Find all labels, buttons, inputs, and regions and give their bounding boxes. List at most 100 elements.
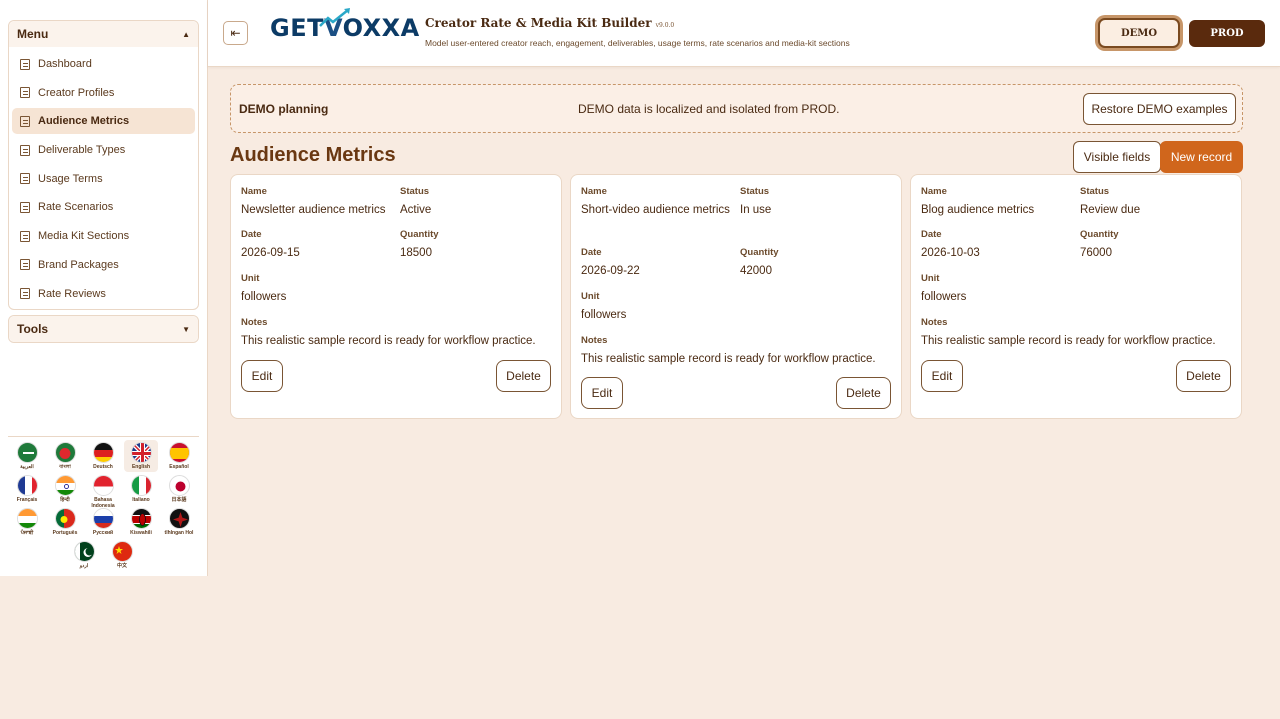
sidebar-item-rate-reviews[interactable]: Rate Reviews: [12, 281, 195, 307]
record-card: Name Short-video audience metrics Status I…: [570, 174, 902, 419]
flag-china-icon: [111, 541, 133, 562]
sidebar-item-label: Usage Terms: [38, 172, 103, 185]
field-notes: Notes This realistic sample record is rea…: [241, 317, 536, 350]
document-icon: [20, 173, 30, 185]
field-value: 42000: [740, 265, 772, 277]
language-label: Русский: [92, 530, 114, 536]
new-record-button[interactable]: New record: [1160, 141, 1243, 173]
sidebar-collapse-button[interactable]: ⇤: [223, 21, 248, 45]
sidebar: Menu ▲ Dashboard Creator Profiles Audien…: [0, 0, 208, 576]
menu-toggle[interactable]: Menu ▲: [9, 21, 198, 47]
sidebar-item-label: Dashboard: [38, 58, 92, 70]
language-klingon[interactable]: tlhIngan Hol: [162, 508, 196, 536]
language-bahasa-indonesia[interactable]: Bahasa Indonesia: [86, 475, 120, 509]
flag-italy-icon: [130, 475, 152, 496]
language-label: Français: [16, 497, 38, 503]
language-bangla[interactable]: বাংলা: [48, 442, 82, 470]
sidebar-item-brand-packages[interactable]: Brand Packages: [12, 252, 195, 278]
language-label: 中文: [116, 563, 127, 569]
field-date: Date 2026-09-15: [241, 229, 300, 262]
flag-pakistan-icon: [73, 541, 95, 562]
tools-toggle[interactable]: Tools ▼: [9, 316, 198, 342]
sidebar-item-media-kit-sections[interactable]: Media Kit Sections: [12, 223, 195, 249]
chevron-down-icon: ▼: [182, 324, 190, 334]
logo-text: GET: [270, 14, 324, 42]
field-value: Active: [400, 204, 432, 216]
language-espanol[interactable]: Español: [162, 442, 196, 470]
field-notes: Notes This realistic sample record is rea…: [921, 317, 1216, 350]
document-icon: [20, 87, 30, 99]
edit-button[interactable]: Edit: [581, 377, 623, 409]
language-hindi[interactable]: हिन्दी: [48, 475, 82, 503]
language-label: Kiswahili: [130, 530, 152, 536]
language-portugues[interactable]: Português: [48, 508, 82, 536]
language-russian[interactable]: Русский: [86, 508, 120, 536]
delete-button[interactable]: Delete: [836, 377, 891, 409]
language-japanese[interactable]: 日本語: [162, 475, 196, 503]
sidebar-item-label: Rate Scenarios: [38, 201, 114, 214]
field-label: Name: [241, 186, 267, 197]
language-chinese[interactable]: 中文: [105, 541, 139, 569]
delete-button[interactable]: Delete: [496, 360, 551, 392]
demo-button[interactable]: DEMO: [1098, 18, 1180, 48]
field-label: Status: [400, 186, 430, 197]
language-italiano[interactable]: Italiano: [124, 475, 158, 503]
field-name: Name Blog audience metrics: [921, 186, 1034, 219]
flag-bangladesh-icon: [54, 442, 76, 463]
language-divider: [8, 436, 199, 437]
visible-fields-button[interactable]: Visible fields: [1073, 141, 1161, 173]
language-label: Deutsch: [93, 464, 113, 470]
language-kiswahili[interactable]: Kiswahili: [124, 508, 158, 536]
flag-russia-icon: [92, 508, 114, 529]
field-notes: Notes This realistic sample record is rea…: [581, 335, 876, 368]
field-label: Status: [1080, 186, 1110, 197]
field-value: followers: [581, 309, 627, 321]
menu-title: Menu: [17, 27, 49, 41]
field-value: 18500: [400, 247, 432, 259]
document-icon: [20, 144, 30, 156]
language-english[interactable]: English: [124, 440, 158, 472]
edit-button[interactable]: Edit: [241, 360, 283, 392]
language-label: ਪੰਜਾਬੀ: [20, 530, 34, 536]
sidebar-item-dashboard[interactable]: Dashboard: [12, 51, 195, 77]
document-icon: [20, 288, 30, 299]
language-label: বাংলা: [59, 464, 71, 470]
delete-button[interactable]: Delete: [1176, 360, 1231, 392]
field-label: Unit: [581, 291, 600, 302]
language-label: tlhIngan Hol: [164, 530, 194, 536]
field-unit: Unit followers: [241, 273, 286, 306]
flag-kenya-icon: [130, 508, 152, 529]
sidebar-item-rate-scenarios[interactable]: Rate Scenarios: [12, 194, 195, 220]
flag-france-icon: [16, 475, 38, 496]
field-name: Name Short-video audience metrics: [581, 186, 731, 219]
flag-japan-icon: [168, 475, 190, 496]
language-urdu[interactable]: اردو: [67, 541, 101, 569]
field-label: Date: [921, 229, 942, 240]
sidebar-item-usage-terms[interactable]: Usage Terms: [12, 166, 195, 192]
language-label: العربية: [20, 464, 34, 470]
language-punjabi[interactable]: ਪੰਜਾਬੀ: [10, 508, 44, 536]
sidebar-item-creator-profiles[interactable]: Creator Profiles: [12, 80, 195, 106]
restore-demo-button[interactable]: Restore DEMO examples: [1083, 93, 1236, 125]
language-label: हिन्दी: [60, 497, 70, 503]
field-label: Notes: [581, 335, 608, 346]
prod-button[interactable]: PROD: [1189, 20, 1265, 47]
flag-klingon-icon: [168, 508, 190, 529]
logo: GETVOXXA: [270, 8, 420, 42]
field-status: Status In use: [740, 186, 771, 219]
language-arabic[interactable]: العربية: [10, 442, 44, 470]
edit-button[interactable]: Edit: [921, 360, 963, 392]
tools-title: Tools: [17, 322, 49, 336]
app-version: v9.0.0: [655, 22, 675, 29]
language-label: Español: [169, 464, 189, 470]
sidebar-item-label: Brand Packages: [38, 258, 119, 271]
language-deutsch[interactable]: Deutsch: [86, 442, 120, 470]
menu-list: Dashboard Creator Profiles Audience Metr…: [9, 47, 198, 313]
field-name: Name Newsletter audience metrics: [241, 186, 385, 219]
language-francais[interactable]: Français: [10, 475, 44, 503]
document-icon: [20, 259, 30, 271]
sidebar-item-audience-metrics[interactable]: Audience Metrics: [12, 108, 195, 135]
sidebar-item-deliverable-types[interactable]: Deliverable Types: [12, 137, 195, 163]
field-label: Name: [921, 186, 947, 197]
document-icon: [20, 230, 30, 242]
